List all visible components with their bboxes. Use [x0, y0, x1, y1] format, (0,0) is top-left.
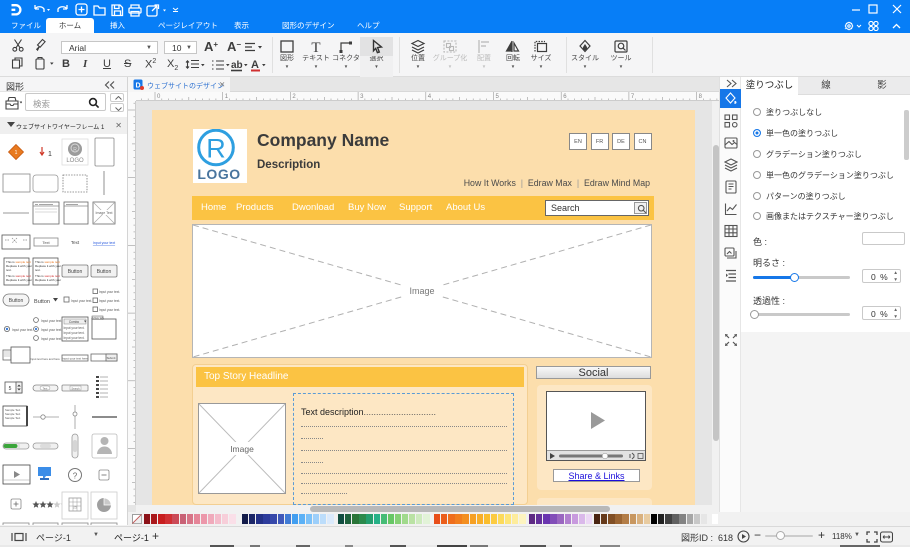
- svg-text:7: 7: [631, 94, 635, 100]
- svg-text:1: 1: [15, 150, 18, 156]
- svg-text:R: R: [73, 147, 77, 153]
- svg-text:Active tab: Active tab: [91, 316, 104, 320]
- svg-text:Input your text.: Input your text.: [41, 328, 62, 332]
- svg-text:Sample Text: Sample Text: [5, 416, 21, 420]
- svg-text:LOGO: LOGO: [66, 158, 84, 164]
- svg-text:6: 6: [563, 94, 567, 100]
- svg-text:Button: Button: [97, 269, 112, 275]
- svg-text:Input your text.: Input your text.: [63, 331, 84, 335]
- svg-text:Replace it with your: Replace it with your: [35, 278, 61, 282]
- svg-text:Input your text.: Input your text.: [99, 299, 120, 303]
- svg-text:Button: Button: [9, 298, 24, 304]
- svg-text:2: 2: [292, 94, 296, 100]
- svg-text:0: 0: [157, 94, 161, 100]
- svg-text:?: ?: [73, 472, 78, 481]
- svg-text:5: 5: [9, 386, 12, 392]
- svg-text:D: D: [135, 83, 140, 90]
- svg-text:Text: Text: [71, 240, 80, 245]
- svg-text:text.: text.: [35, 268, 41, 272]
- svg-text:Button: Button: [34, 299, 50, 305]
- svg-text:5: 5: [496, 94, 500, 100]
- svg-text:ab: ab: [231, 60, 243, 71]
- svg-text:Text: Text: [42, 240, 50, 245]
- svg-text:Image Text: Image Text: [95, 211, 112, 215]
- svg-text:4: 4: [428, 94, 432, 100]
- svg-text:R: R: [206, 134, 226, 164]
- svg-text:LOGO: LOGO: [197, 166, 240, 182]
- svg-text:1: 1: [225, 94, 229, 100]
- svg-text:Replace it with your: Replace it with your: [6, 278, 32, 282]
- svg-text:text.: text.: [6, 268, 12, 272]
- svg-text:Image: Image: [230, 444, 254, 454]
- svg-text:8: 8: [699, 94, 703, 100]
- svg-text:Button: Button: [68, 269, 83, 275]
- svg-text:Combo: Combo: [69, 320, 80, 324]
- svg-text:25: 25: [73, 506, 77, 510]
- svg-text:3: 3: [360, 94, 364, 100]
- svg-text:1: 1: [48, 151, 52, 158]
- svg-text:A: A: [251, 59, 259, 71]
- svg-text:Text: Text: [43, 387, 48, 391]
- svg-text:Input your text.: Input your text.: [12, 328, 33, 332]
- svg-text:Input your text.: Input your text.: [71, 299, 92, 303]
- svg-text:Input your text.: Input your text.: [41, 337, 62, 341]
- svg-text:Search: Search: [71, 387, 80, 391]
- svg-text:Input text here and here: Input text here and here: [30, 357, 60, 361]
- svg-text:Input your text.: Input your text.: [99, 308, 120, 312]
- svg-text:T: T: [311, 40, 320, 54]
- svg-text:Input your text.: Input your text.: [99, 290, 120, 294]
- svg-text:Input your text: Input your text: [93, 241, 115, 245]
- svg-text:Input your text here: Input your text here: [62, 357, 88, 361]
- svg-text:Submit: Submit: [107, 356, 116, 360]
- svg-text:Input your text.: Input your text.: [41, 319, 62, 323]
- svg-text:Input your text.: Input your text.: [63, 336, 84, 340]
- svg-text:Input your text.: Input your text.: [63, 326, 84, 330]
- svg-text:Image: Image: [409, 286, 434, 296]
